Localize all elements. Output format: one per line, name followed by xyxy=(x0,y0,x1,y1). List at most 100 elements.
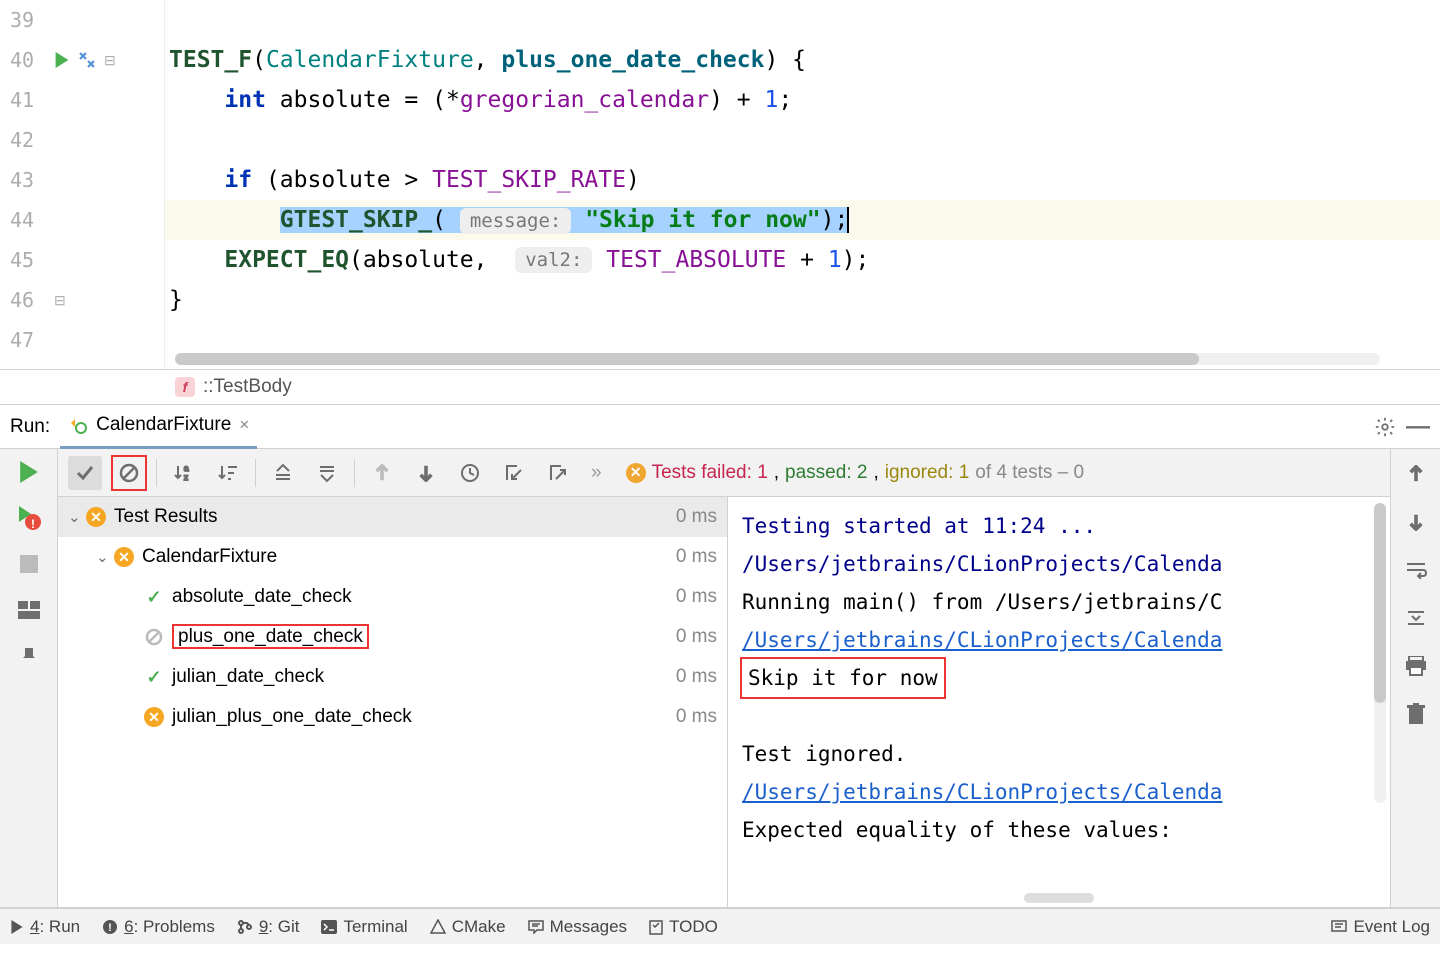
run-panel-body: ! az » ✕ Tests failed: 1, passed: xyxy=(0,449,1440,908)
trash-icon[interactable] xyxy=(1403,701,1429,727)
history-icon[interactable] xyxy=(453,456,487,490)
param-hint: val2: xyxy=(515,247,592,273)
pass-icon: ✓ xyxy=(144,667,164,687)
show-passed-icon[interactable] xyxy=(68,456,102,490)
run-panel-header: Run: CalendarFixture × — xyxy=(0,405,1440,449)
line-number: 47 xyxy=(10,328,42,352)
minimize-icon[interactable]: — xyxy=(1406,413,1430,441)
line-number: 41 xyxy=(10,88,42,112)
line-number: 46 xyxy=(10,288,42,312)
test-tree[interactable]: ⌄✕Test Results0 ms⌄✕CalendarFixture0 ms✓… xyxy=(58,497,728,907)
print-icon[interactable] xyxy=(1403,653,1429,679)
code-line[interactable]: int absolute = (*gregorian_calendar) + 1… xyxy=(165,80,1440,120)
tree-test-julian_date_check[interactable]: ✓julian_date_check0 ms xyxy=(58,657,727,697)
run-right-toolbar xyxy=(1390,449,1440,907)
statusbar-cmake[interactable]: CMake xyxy=(430,917,506,937)
fail-summary-icon: ✕ xyxy=(626,463,646,483)
console-hscroll[interactable] xyxy=(1024,893,1094,903)
code-line[interactable] xyxy=(165,0,1440,40)
recompile-gutter-icon[interactable] xyxy=(78,51,96,69)
sort-duration-icon[interactable] xyxy=(211,456,245,490)
breadcrumb: f ::TestBody xyxy=(0,370,1440,405)
status-bar: 4: Run!6: Problems9: Git Terminal CMake … xyxy=(0,908,1440,944)
scroll-up-icon[interactable] xyxy=(1403,461,1429,487)
gutter-row: 42 xyxy=(0,120,164,160)
import-icon[interactable] xyxy=(497,456,531,490)
test-console[interactable]: Testing started at 11:24 ... /Users/jetbr… xyxy=(728,497,1390,907)
next-failed-icon[interactable] xyxy=(409,456,443,490)
gutter-row: 46 ⊟ xyxy=(0,280,164,320)
gutter-row: 40 ⊟ xyxy=(0,40,164,80)
code-content[interactable]: TEST_F(CalendarFixture, plus_one_date_ch… xyxy=(165,0,1440,369)
console-line: Test ignored. xyxy=(742,735,1376,773)
layout-icon[interactable] xyxy=(16,597,42,623)
collapse-all-icon[interactable] xyxy=(310,456,344,490)
gutter-row: 41 xyxy=(0,80,164,120)
console-line: Testing started at 11:24 ... xyxy=(742,507,1376,545)
show-ignored-icon[interactable] xyxy=(112,456,146,490)
export-icon[interactable] xyxy=(541,456,575,490)
code-line[interactable] xyxy=(165,120,1440,160)
line-number: 39 xyxy=(10,8,42,32)
tree-root[interactable]: ⌄✕Test Results0 ms xyxy=(58,497,727,537)
run-gutter-icon[interactable] xyxy=(54,52,70,68)
rerun-failed-icon[interactable]: ! xyxy=(16,505,42,531)
soft-wrap-icon[interactable] xyxy=(1403,557,1429,583)
function-badge-icon: f xyxy=(175,377,195,397)
console-line: Running main() from /Users/jetbrains/C xyxy=(742,583,1376,621)
tree-test-absolute_date_check[interactable]: ✓absolute_date_check0 ms xyxy=(58,577,727,617)
tree-test-julian_plus_one_date_check[interactable]: ✕julian_plus_one_date_check0 ms xyxy=(58,697,727,737)
svg-text:a: a xyxy=(184,464,189,473)
line-number: 42 xyxy=(10,128,42,152)
prev-failed-icon[interactable] xyxy=(365,456,399,490)
fold-open-icon[interactable]: ⊟ xyxy=(104,52,116,69)
console-line: /Users/jetbrains/CLionProjects/Calenda xyxy=(742,621,1376,659)
run-icon[interactable] xyxy=(16,459,42,485)
gtest-icon xyxy=(68,415,88,435)
stop-icon[interactable] xyxy=(16,551,42,577)
run-tab-label: CalendarFixture xyxy=(96,414,231,436)
console-line xyxy=(742,697,1376,735)
close-icon[interactable]: × xyxy=(239,415,249,435)
fail-icon: ✕ xyxy=(144,707,164,727)
run-label: Run: xyxy=(10,416,50,438)
tree-suite[interactable]: ⌄✕CalendarFixture0 ms xyxy=(58,537,727,577)
line-number: 40 xyxy=(10,48,42,72)
statusbar-problems[interactable]: !6: Problems xyxy=(102,917,215,937)
scroll-to-end-icon[interactable] xyxy=(1403,605,1429,631)
fail-icon: ✕ xyxy=(86,507,106,527)
event-log-button[interactable]: Event Log xyxy=(1331,917,1430,937)
line-number: 44 xyxy=(10,208,42,232)
code-line[interactable]: EXPECT_EQ(absolute, val2: TEST_ABSOLUTE … xyxy=(165,240,1440,280)
line-number: 45 xyxy=(10,248,42,272)
code-line[interactable]: GTEST_SKIP_( message: "Skip it for now")… xyxy=(165,200,1440,240)
scroll-down-icon[interactable] xyxy=(1403,509,1429,535)
gutter-row: 43 xyxy=(0,160,164,200)
fold-close-icon[interactable]: ⊟ xyxy=(54,292,66,309)
settings-icon[interactable] xyxy=(1374,416,1396,438)
console-line: Expected equality of these values: xyxy=(742,811,1376,849)
code-line[interactable]: TEST_F(CalendarFixture, plus_one_date_ch… xyxy=(165,40,1440,80)
code-line[interactable]: } xyxy=(165,280,1440,320)
code-line[interactable]: if (absolute > TEST_SKIP_RATE) xyxy=(165,160,1440,200)
pin-icon[interactable] xyxy=(16,643,42,669)
statusbar-messages[interactable]: Messages xyxy=(528,917,627,937)
run-tab[interactable]: CalendarFixture × xyxy=(60,405,257,449)
gutter-row: 45 xyxy=(0,240,164,280)
statusbar-terminal[interactable]: Terminal xyxy=(321,917,407,937)
tree-test-plus_one_date_check[interactable]: plus_one_date_check0 ms xyxy=(58,617,727,657)
vertical-scrollbar[interactable] xyxy=(1374,503,1386,803)
statusbar-todo[interactable]: TODO xyxy=(649,917,718,937)
sort-icon[interactable]: az xyxy=(167,456,201,490)
svg-text:!: ! xyxy=(31,517,35,530)
statusbar-git[interactable]: 9: Git xyxy=(237,917,300,937)
breadcrumb-label[interactable]: ::TestBody xyxy=(203,376,292,398)
expand-all-icon[interactable] xyxy=(266,456,300,490)
statusbar-run[interactable]: 4: Run xyxy=(10,917,80,937)
gutter-row: 39 xyxy=(0,0,164,40)
gutter-row: 47 xyxy=(0,320,164,360)
svg-text:!: ! xyxy=(108,922,112,934)
horizontal-scrollbar[interactable] xyxy=(175,353,1380,365)
gutter-row: 44 xyxy=(0,200,164,240)
run-left-toolbar: ! xyxy=(0,449,58,907)
